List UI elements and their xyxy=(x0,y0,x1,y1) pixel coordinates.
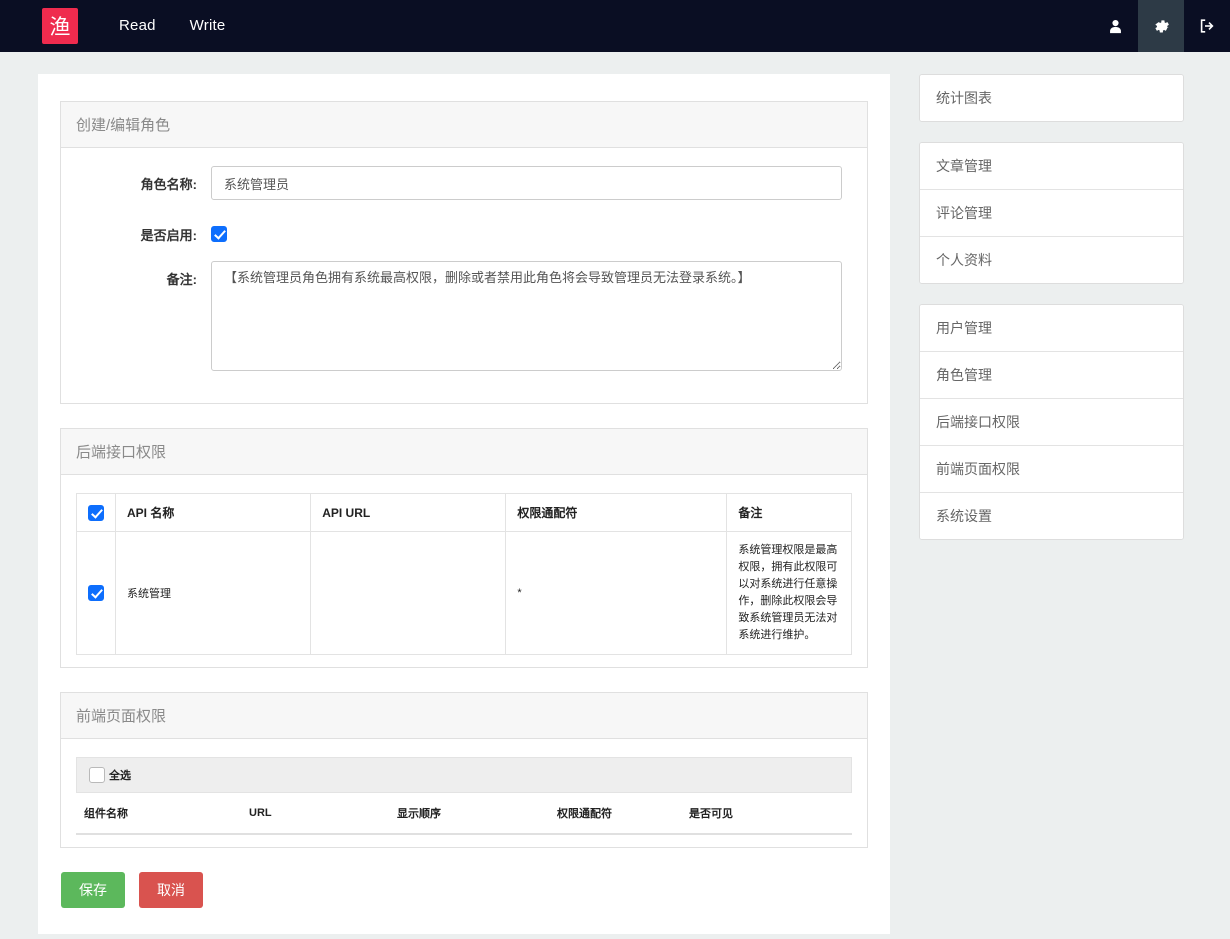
table-header-row: API 名称 API URL 权限通配符 备注 xyxy=(76,493,852,532)
role-remark-row: 备注: xyxy=(76,261,852,374)
role-remark-label: 备注: xyxy=(166,272,197,287)
navbar-right xyxy=(1092,0,1230,52)
role-enabled-checkbox-wrap xyxy=(211,217,852,242)
sidebar-item-page-permissions[interactable]: 前端页面权限 xyxy=(920,446,1183,493)
page-select-all-label: 全选 xyxy=(109,770,131,783)
col-header-wildcard: 权限通配符 xyxy=(505,493,728,532)
sidebar-item-roles[interactable]: 角色管理 xyxy=(920,352,1183,399)
user-icon-glyph xyxy=(1109,19,1121,33)
nav-link-write[interactable]: Write xyxy=(173,0,243,52)
api-permission-table-body: 系统管理 * 系统管理权限是最高权限，拥有此权限可以对系统进行任意操作，删除此权… xyxy=(76,530,852,656)
page-permission-panel: 前端页面权限 全选 组件名称 URL 显示顺序 权限通配符 是否可见 xyxy=(60,692,868,849)
sidebar-group-system: 用户管理 角色管理 后端接口权限 前端页面权限 系统设置 xyxy=(919,304,1184,540)
api-select-all-cell xyxy=(76,493,116,532)
cell-remark: 系统管理权限是最高权限，拥有此权限可以对系统进行任意操作，删除此权限会导致系统管… xyxy=(726,530,852,656)
role-remark-textarea[interactable] xyxy=(211,261,842,371)
navbar-left: 渔 Read Write xyxy=(0,0,242,52)
api-permission-panel: 后端接口权限 API 名称 API URL 权限通配符 备注 系统管理 * 系统… xyxy=(60,428,868,669)
api-permission-table-head: API 名称 API URL 权限通配符 备注 xyxy=(76,493,852,532)
sidebar-group-stats: 统计图表 xyxy=(919,74,1184,122)
page-permission-select-all-bar: 全选 xyxy=(76,757,852,794)
api-permission-body: API 名称 API URL 权限通配符 备注 系统管理 * 系统管理权限是最高… xyxy=(61,475,867,667)
form-actions: 保存 取消 xyxy=(60,872,868,909)
sidebar-item-statistics[interactable]: 统计图表 xyxy=(920,75,1183,121)
col-header-api-name: API 名称 xyxy=(114,493,312,532)
cell-api-url xyxy=(310,530,507,656)
col-header-url: URL xyxy=(241,793,389,836)
col-header-display-order: 显示顺序 xyxy=(389,793,549,836)
sidebar-item-api-permissions[interactable]: 后端接口权限 xyxy=(920,399,1183,446)
gear-icon[interactable] xyxy=(1138,0,1184,52)
sidebar-item-profile[interactable]: 个人资料 xyxy=(920,237,1183,283)
page-body: 创建/编辑角色 角色名称: 是否启用: 备注: xyxy=(0,52,1230,935)
api-select-all-checkbox[interactable] xyxy=(88,504,104,521)
logout-icon[interactable] xyxy=(1184,0,1230,52)
sidebar-item-settings[interactable]: 系统设置 xyxy=(920,493,1183,539)
role-form-body: 角色名称: 是否启用: 备注: xyxy=(61,148,867,403)
role-remark-textarea-wrap xyxy=(211,261,852,374)
role-enabled-checkbox[interactable] xyxy=(211,225,227,242)
sidebar-group-content: 文章管理 评论管理 个人资料 xyxy=(919,142,1184,284)
save-button[interactable]: 保存 xyxy=(61,872,125,909)
nav-link-read[interactable]: Read xyxy=(102,0,173,52)
api-permission-panel-title: 后端接口权限 xyxy=(61,429,867,475)
role-name-input-wrap xyxy=(211,166,852,200)
main-content-card: 创建/编辑角色 角色名称: 是否启用: 备注: xyxy=(38,74,890,935)
sidebar: 统计图表 文章管理 评论管理 个人资料 用户管理 角色管理 后端接口权限 前端页… xyxy=(919,74,1184,560)
cell-wildcard: * xyxy=(505,530,728,656)
page-permission-body: 全选 组件名称 URL 显示顺序 权限通配符 是否可见 xyxy=(61,739,867,847)
cancel-button[interactable]: 取消 xyxy=(139,872,203,909)
role-name-label: 角色名称: xyxy=(140,177,197,192)
user-icon[interactable] xyxy=(1092,0,1138,52)
sidebar-item-users[interactable]: 用户管理 xyxy=(920,305,1183,352)
sidebar-item-articles[interactable]: 文章管理 xyxy=(920,143,1183,190)
cell-api-name: 系统管理 xyxy=(114,530,312,656)
navbar-links: Read Write xyxy=(102,0,242,52)
col-header-component-name: 组件名称 xyxy=(76,793,241,836)
col-header-visible: 是否可见 xyxy=(681,793,852,836)
api-row-checkbox[interactable] xyxy=(88,585,104,602)
col-header-wildcard: 权限通配符 xyxy=(549,793,681,836)
table-row: 系统管理 * 系统管理权限是最高权限，拥有此权限可以对系统进行任意操作，删除此权… xyxy=(76,530,852,656)
role-name-input[interactable] xyxy=(211,166,842,200)
role-enabled-label: 是否启用: xyxy=(140,228,197,243)
page-permission-table-head: 组件名称 URL 显示顺序 权限通配符 是否可见 xyxy=(76,793,852,836)
role-enabled-row: 是否启用: xyxy=(76,217,852,244)
brand-logo[interactable]: 渔 xyxy=(42,8,78,44)
col-header-api-url: API URL xyxy=(310,493,507,532)
top-navbar: 渔 Read Write xyxy=(0,0,1230,52)
role-form-panel: 创建/编辑角色 角色名称: 是否启用: 备注: xyxy=(60,101,868,404)
page-permission-panel-title: 前端页面权限 xyxy=(61,693,867,740)
logout-icon-glyph xyxy=(1200,19,1214,33)
role-form-panel-title: 创建/编辑角色 xyxy=(61,102,867,148)
table-header-row: 组件名称 URL 显示顺序 权限通配符 是否可见 xyxy=(76,793,852,836)
row-checkbox-cell xyxy=(76,530,116,656)
col-header-remark: 备注 xyxy=(726,493,852,532)
gear-icon-glyph xyxy=(1154,19,1169,33)
page-select-all-checkbox[interactable] xyxy=(89,767,105,784)
sidebar-item-comments[interactable]: 评论管理 xyxy=(920,190,1183,237)
page-permission-table: 组件名称 URL 显示顺序 权限通配符 是否可见 xyxy=(76,793,852,836)
role-name-row: 角色名称: xyxy=(76,166,852,200)
api-permission-table: API 名称 API URL 权限通配符 备注 系统管理 * 系统管理权限是最高… xyxy=(76,493,852,656)
